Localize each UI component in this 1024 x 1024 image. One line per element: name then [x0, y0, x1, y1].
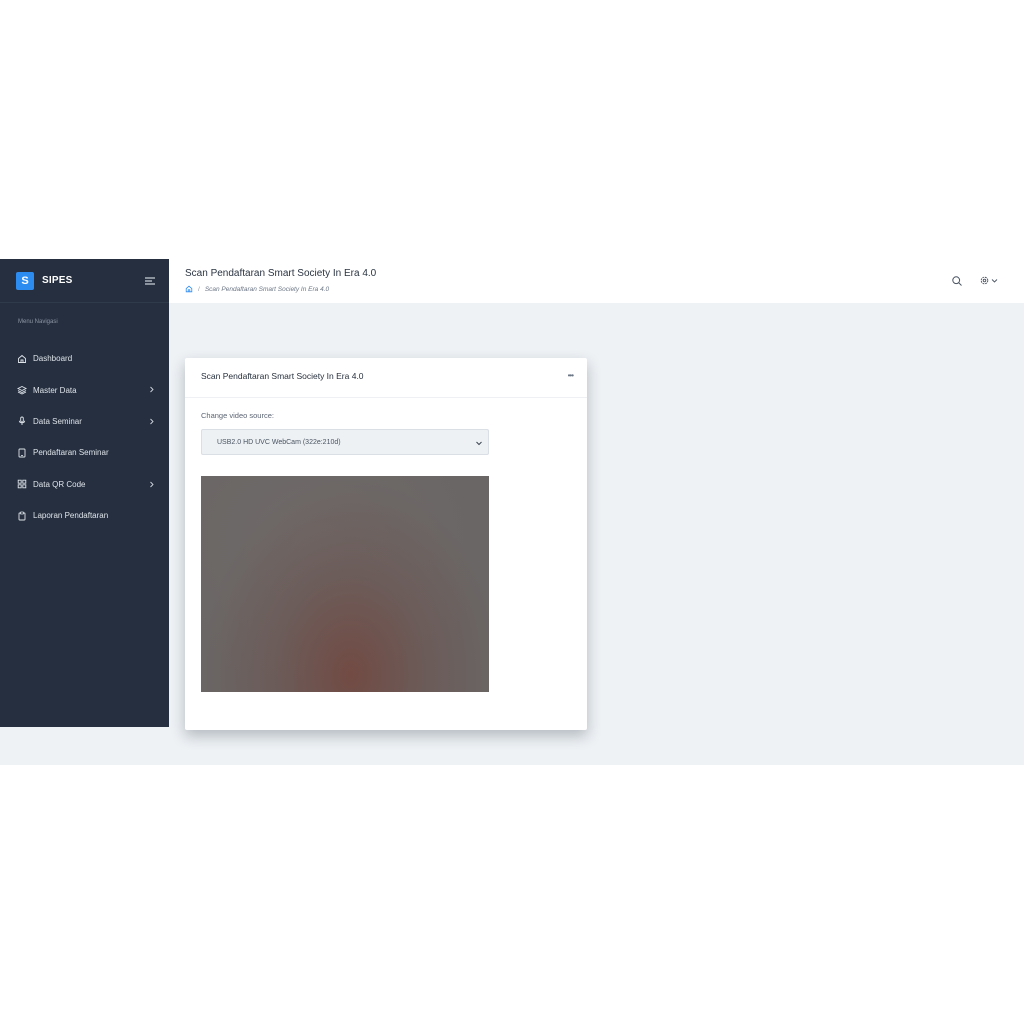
sidebar: S SIPES Menu Navigasi Dashboard Master D… — [0, 259, 169, 727]
sidebar-item-label: Master Data — [33, 385, 77, 395]
sidebar-item-dashboard[interactable]: Dashboard — [0, 343, 169, 374]
home-icon[interactable] — [185, 285, 193, 293]
sidebar-item-label: Laporan Pendaftaran — [33, 511, 109, 521]
card-title: Scan Pendaftaran Smart Society In Era 4.… — [201, 371, 364, 381]
sidebar-item-label: Data QR Code — [33, 479, 86, 489]
tablet-icon — [17, 448, 27, 458]
chevron-right-icon — [150, 481, 154, 487]
settings-menu[interactable] — [979, 274, 999, 286]
brand: S SIPES — [0, 259, 169, 303]
scan-card: Scan Pendaftaran Smart Society In Era 4.… — [185, 358, 587, 730]
layers-icon — [17, 385, 27, 395]
sidebar-item-data-seminar[interactable]: Data Seminar — [0, 406, 169, 437]
sidebar-item-data-qr-code[interactable]: Data QR Code — [0, 469, 169, 500]
brand-logo[interactable]: S — [16, 271, 34, 290]
sidebar-item-master-data[interactable]: Master Data — [0, 374, 169, 405]
nav-caption: Menu Navigasi — [18, 319, 58, 325]
app-shell: S SIPES Menu Navigasi Dashboard Master D… — [0, 259, 1024, 765]
clipboard-icon — [17, 511, 27, 521]
sidebar-item-label: Data Seminar — [33, 416, 82, 426]
topbar: Scan Pendaftaran Smart Society In Era 4.… — [169, 259, 1024, 303]
sidebar-item-label: Pendaftaran Seminar — [33, 448, 109, 458]
video-source-value: USB2.0 HD UVC WebCam (322e:210d) — [217, 438, 341, 446]
breadcrumb-current: Scan Pendaftaran Smart Society In Era 4.… — [204, 285, 330, 293]
chevron-right-icon — [150, 418, 154, 425]
webcam-video-feed — [201, 476, 489, 692]
grid-icon — [17, 479, 27, 489]
gear-icon — [980, 276, 989, 284]
sidebar-item-label: Dashboard — [33, 354, 73, 364]
chevron-down-icon — [991, 278, 998, 283]
search-icon[interactable] — [951, 275, 963, 287]
breadcrumb-separator: / — [198, 285, 200, 293]
nav-list: Dashboard Master Data Data Seminar Penda… — [0, 343, 169, 531]
menu-toggle-icon[interactable] — [143, 274, 157, 288]
brand-name[interactable]: SIPES — [42, 275, 72, 286]
page-title: Scan Pendaftaran Smart Society In Era 4.… — [185, 268, 377, 279]
more-options-icon[interactable]: ••• — [568, 371, 574, 380]
card-header: Scan Pendaftaran Smart Society In Era 4.… — [185, 358, 587, 398]
chevron-right-icon — [150, 387, 154, 393]
sidebar-item-pendaftaran-seminar[interactable]: Pendaftaran Seminar — [0, 437, 169, 468]
video-source-select[interactable]: USB2.0 HD UVC WebCam (322e:210d) — [201, 429, 489, 455]
sidebar-item-laporan-pendaftaran[interactable]: Laporan Pendaftaran — [0, 500, 169, 531]
video-source-label: Change video source: — [201, 411, 274, 420]
chevron-down-icon — [476, 441, 482, 446]
microphone-icon — [17, 416, 27, 426]
breadcrumb: / Scan Pendaftaran Smart Society In Era … — [185, 285, 329, 293]
home-icon — [17, 354, 27, 364]
